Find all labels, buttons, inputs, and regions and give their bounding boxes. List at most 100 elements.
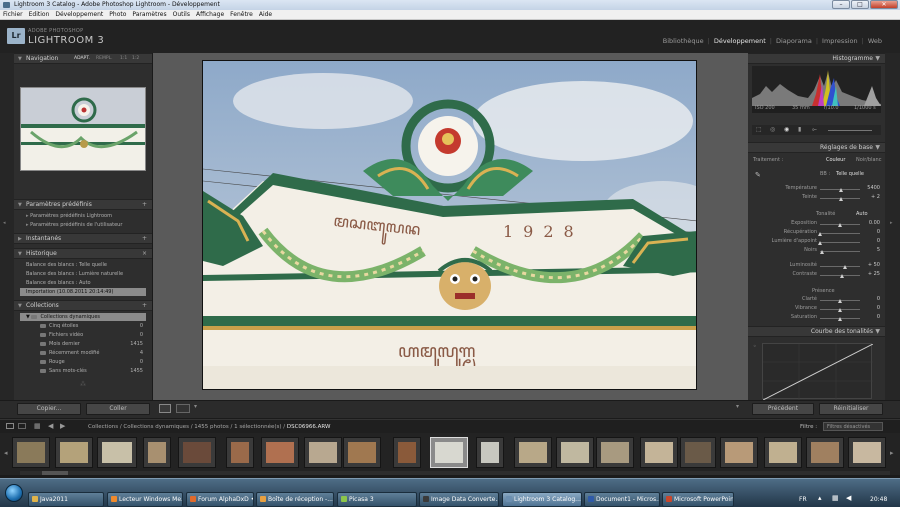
module-diaporama[interactable]: Diaporama (776, 37, 812, 45)
snapshots-header[interactable]: ▶ Instantanés + (14, 233, 152, 244)
copy-settings-button[interactable]: Copier... (17, 403, 81, 415)
slider-value[interactable]: + 2 (858, 194, 880, 200)
filmstrip-thumb[interactable] (764, 437, 802, 468)
filmstrip-thumb[interactable] (12, 437, 50, 468)
filmstrip-thumb[interactable] (97, 437, 137, 468)
spot-removal-icon[interactable]: ◎ (770, 126, 775, 133)
primary-window-icon[interactable] (6, 423, 14, 429)
filmstrip-scroll-right-icon[interactable]: ▸ (890, 449, 894, 457)
filmstrip-thumb[interactable] (476, 437, 504, 468)
module-impression[interactable]: Impression (822, 37, 858, 45)
smart-collection-item[interactable]: Fichiers vidéo 0 (20, 331, 146, 339)
tone-curve-graph[interactable] (762, 343, 874, 401)
filmstrip-thumb[interactable] (143, 437, 171, 468)
adjustment-brush-icon[interactable]: ⟜ (812, 126, 817, 134)
slider-value[interactable]: 5400 (858, 185, 880, 191)
module-web[interactable]: Web (868, 37, 882, 45)
slider-value[interactable]: 0 (858, 238, 880, 244)
zoom-fill[interactable]: REMPL. (96, 54, 113, 64)
taskbar-item[interactable]: Lightroom 3 Catalog... (502, 492, 582, 507)
filmstrip-scrollbar[interactable] (20, 471, 890, 475)
tray-show-hidden-icon[interactable]: ▴ (818, 494, 822, 502)
slider-track[interactable] (820, 242, 860, 243)
presets-header[interactable]: ▼ Paramètres prédéfinis + (14, 199, 152, 210)
slider-knob[interactable] (838, 188, 843, 192)
navigator-header[interactable]: ▼ Navigation ADAPT. REMPL. 1:1 1:2 (14, 53, 152, 64)
slider-track[interactable] (820, 266, 860, 267)
treatment-color[interactable]: Couleur (826, 157, 845, 163)
tool-strength-slider[interactable] (828, 130, 872, 131)
forward-arrow-icon[interactable]: ▶ (60, 422, 65, 430)
slider-value[interactable]: 0 (858, 305, 880, 311)
back-arrow-icon[interactable]: ◀ (48, 422, 53, 430)
histogram-header[interactable]: Histogramme ▼ (748, 53, 885, 64)
preset-folder-user[interactable]: ▸ Paramètres prédéfinis de l'utilisateur (20, 221, 146, 229)
filmstrip-thumb[interactable] (55, 437, 93, 468)
slider-knob[interactable] (820, 250, 824, 254)
maximize-button[interactable]: □ (851, 0, 869, 9)
history-item[interactable]: Balance des blancs : Auto (20, 279, 146, 287)
filmstrip-scroll-left-icon[interactable]: ◂ (4, 449, 8, 457)
menu-affichage[interactable]: Affichage (196, 10, 224, 19)
auto-tone-button[interactable]: Auto (856, 211, 868, 217)
grid-view-icon[interactable]: ▦ (34, 422, 41, 430)
filmstrip-thumb[interactable] (304, 437, 342, 468)
menu-parametres[interactable]: Paramètres (132, 10, 166, 19)
history-header[interactable]: ▼ Historique × (14, 248, 152, 259)
filmstrip-scroll-thumb[interactable] (42, 471, 68, 475)
slider-knob[interactable] (818, 241, 822, 245)
taskbar-item[interactable]: Forum AlphaDxD • P... (186, 492, 254, 507)
filmstrip-thumb-selected[interactable] (430, 437, 468, 468)
taskbar-item[interactable]: Java2011 (28, 492, 104, 507)
reset-button[interactable]: Réinitialiser (819, 403, 883, 415)
crop-icon[interactable]: ⬚ (756, 126, 762, 133)
collection-set-smart[interactable]: ▼ Collections dynamiques (20, 313, 146, 321)
taskbar-item[interactable]: Picasa 3 (337, 492, 417, 507)
menu-fenetre[interactable]: Fenêtre (230, 10, 253, 19)
taskbar-item[interactable]: Lecteur Windows Me... (107, 492, 183, 507)
module-developpement[interactable]: Développement (714, 37, 766, 45)
treatment-bw[interactable]: Noir/blanc (856, 157, 881, 163)
filmstrip-thumb[interactable] (393, 437, 421, 468)
slider-knob[interactable] (838, 299, 842, 303)
minimize-button[interactable]: – (832, 0, 850, 9)
slider-knob[interactable] (838, 317, 842, 321)
toolbar-menu-icon[interactable]: ▾ (194, 403, 197, 410)
filmstrip-thumb[interactable] (514, 437, 552, 468)
slider-knob[interactable] (840, 274, 845, 278)
filmstrip-thumb[interactable] (178, 437, 216, 468)
zoom-1-1[interactable]: 1:1 (120, 54, 127, 64)
previous-button[interactable]: Précédent (752, 403, 814, 415)
close-button[interactable]: ✕ (870, 0, 898, 9)
add-collection-icon[interactable]: + (142, 301, 147, 311)
smart-collection-item[interactable]: Rouge 0 (20, 358, 146, 366)
taskbar-item[interactable]: Boîte de réception -... (256, 492, 334, 507)
graduated-filter-icon[interactable]: ▮ (798, 126, 801, 133)
start-button[interactable] (5, 484, 23, 502)
menu-outils[interactable]: Outils (173, 10, 190, 19)
menu-photo[interactable]: Photo (109, 10, 126, 19)
menu-aide[interactable]: Aide (259, 10, 272, 19)
slider-value[interactable]: 0 (858, 296, 880, 302)
left-panel-toggle-icon[interactable]: ◂ (3, 220, 6, 226)
loupe-view-icon[interactable] (159, 404, 171, 413)
slider-value[interactable]: + 25 (858, 271, 880, 277)
filmstrip-thumb[interactable] (680, 437, 716, 468)
tone-curve-header[interactable]: Courbe des tonalités ▼ (748, 326, 885, 337)
language-indicator[interactable]: FR (799, 496, 807, 503)
filmstrip-thumb[interactable] (848, 437, 886, 468)
zoom-1-2[interactable]: 1:2 (132, 54, 139, 64)
slider-value[interactable]: 0.00 (858, 220, 880, 226)
filter-dropdown[interactable]: Filtres désactivés (823, 422, 883, 431)
basic-header[interactable]: Réglages de base ▼ (748, 142, 885, 153)
history-item-selected[interactable]: Importation (10.08.2011 20:14:49) (20, 288, 146, 296)
wb-eyedropper-icon[interactable]: ✎ (755, 171, 761, 179)
filmstrip-thumb[interactable] (226, 437, 254, 468)
slider-value[interactable]: 0 (858, 314, 880, 320)
slider-track[interactable] (820, 233, 860, 234)
filmstrip-thumb[interactable] (556, 437, 594, 468)
tray-network-icon[interactable]: ▦ (832, 494, 839, 502)
smart-collection-item[interactable]: Sans mots-clés 1455 (20, 367, 146, 375)
history-item[interactable]: Balance des blancs : Telle quelle (20, 261, 146, 269)
wb-dropdown[interactable]: Telle quelle (836, 171, 864, 177)
